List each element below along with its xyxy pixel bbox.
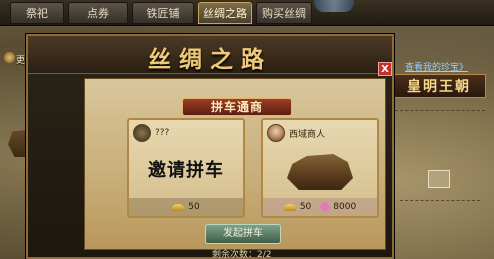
slot-header: ??? bbox=[133, 124, 169, 142]
invite-carpool-label[interactable]: 邀请拼车 bbox=[129, 156, 243, 182]
avatar bbox=[133, 124, 151, 142]
slot-player-name: 西域商人 bbox=[289, 129, 326, 140]
notice-icon bbox=[4, 52, 15, 63]
carpool-slot-empty[interactable]: ??? 邀请拼车 50 bbox=[127, 118, 245, 218]
tab-blacksmith[interactable]: 铁匠铺 bbox=[132, 2, 194, 24]
slot-player-name: ??? bbox=[155, 128, 170, 138]
map-route-line bbox=[395, 110, 485, 111]
dynasty-banner: 皇明王朝 bbox=[392, 74, 486, 98]
compass-decoration bbox=[314, 0, 354, 12]
slot-cost: 50 8000 bbox=[263, 198, 377, 216]
slot-cost: 50 bbox=[129, 198, 243, 216]
close-button[interactable]: X bbox=[378, 62, 392, 76]
caravan-icon bbox=[287, 154, 353, 190]
fort-icon[interactable] bbox=[428, 170, 450, 188]
gem-amount: 8000 bbox=[333, 202, 357, 212]
gold-ingot-icon bbox=[172, 203, 185, 211]
remaining-count: 剩余次数：2/2 bbox=[212, 250, 272, 259]
gold-ingot-icon bbox=[283, 203, 296, 211]
ingot-amount: 50 bbox=[188, 202, 200, 212]
launch-carpool-button[interactable]: 发起拼车 bbox=[205, 224, 281, 244]
merchant-avatar bbox=[267, 124, 285, 142]
dialog-title: 丝绸之路 bbox=[148, 46, 272, 73]
tab-buy-silk[interactable]: 购买丝绸 bbox=[256, 2, 312, 24]
section-title: 拼车通商 bbox=[182, 98, 292, 116]
carpool-slot-merchant[interactable]: 西域商人 50 8000 bbox=[261, 118, 379, 218]
tab-coupons[interactable]: 点券 bbox=[68, 2, 128, 24]
tab-sacrifice[interactable]: 祭祀 bbox=[10, 2, 64, 24]
slot-header: 西域商人 bbox=[267, 124, 325, 142]
gem-icon bbox=[319, 201, 331, 213]
dialog-title-bar: 丝绸之路 bbox=[28, 36, 392, 74]
map-route-line bbox=[400, 200, 480, 201]
tab-bar: 祭祀 点券 铁匠铺 丝绸之路 购买丝绸 bbox=[0, 0, 494, 26]
tab-silk-road[interactable]: 丝绸之路 bbox=[198, 2, 252, 24]
ingot-amount: 50 bbox=[299, 202, 312, 212]
view-treasure-link[interactable]: 查看我的珍宝》 bbox=[405, 60, 468, 73]
